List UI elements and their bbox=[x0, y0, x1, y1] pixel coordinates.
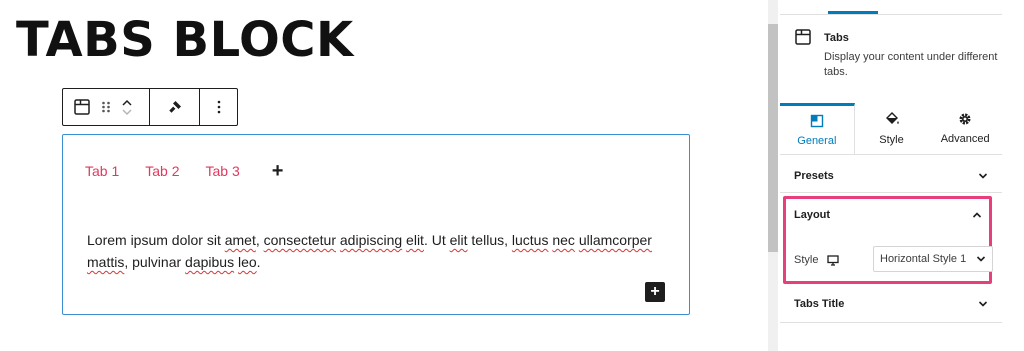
tab-advanced-label: Advanced bbox=[940, 133, 990, 145]
inspector-tabs: General Style Advanced bbox=[780, 103, 1002, 155]
tabs-title-panel-title: Tabs Title bbox=[794, 298, 845, 310]
text: , bbox=[255, 232, 264, 248]
scrollbar-thumb[interactable] bbox=[768, 24, 778, 252]
tabs-title-panel-toggle[interactable]: Tabs Title bbox=[780, 288, 1002, 320]
block-card-title: Tabs bbox=[824, 32, 849, 44]
layout-panel-toggle[interactable]: Layout bbox=[794, 209, 982, 221]
add-tab-button[interactable]: + bbox=[272, 161, 284, 181]
tabs-block-icon bbox=[794, 28, 812, 51]
block-inserter-button[interactable]: + bbox=[645, 282, 665, 302]
chevron-up-icon[interactable] bbox=[121, 98, 133, 107]
tab-general-label: General bbox=[797, 134, 837, 147]
chevron-down-icon bbox=[976, 256, 986, 262]
style-select-value: Horizontal Style 1 bbox=[880, 253, 967, 265]
tab-style[interactable]: Style bbox=[855, 103, 929, 154]
spellcheck-word: adipiscing bbox=[339, 232, 403, 248]
presets-panel-toggle[interactable]: Presets bbox=[780, 160, 1002, 192]
more-options-icon[interactable] bbox=[216, 98, 222, 116]
spellcheck-word: luctus bbox=[511, 232, 549, 248]
tab-content-paragraph[interactable]: Lorem ipsum dolor sit amet, consectetur … bbox=[87, 229, 657, 273]
style-control-label: Style bbox=[794, 254, 840, 266]
gear-icon bbox=[959, 113, 971, 125]
spellcheck-word: elit bbox=[449, 232, 468, 248]
text: Lorem ipsum dolor sit bbox=[87, 232, 225, 248]
sidebar-header-divider bbox=[780, 14, 1002, 15]
text: . bbox=[256, 254, 261, 270]
presets-divider bbox=[780, 192, 1002, 193]
tab-1[interactable]: Tab 1 bbox=[85, 163, 119, 179]
editor-canvas: TABS BLOCK Tab 1 Tab 2 Tab 3 + Lorem ips… bbox=[0, 0, 778, 351]
tab-advanced[interactable]: Advanced bbox=[928, 103, 1002, 154]
chevron-up-icon bbox=[972, 212, 982, 218]
tab-2[interactable]: Tab 2 bbox=[145, 163, 179, 179]
style-label-text: Style bbox=[794, 254, 819, 266]
text: . Ut bbox=[423, 232, 450, 248]
tabs-block-icon[interactable] bbox=[73, 98, 91, 116]
tab-bar: Tab 1 Tab 2 Tab 3 + bbox=[85, 161, 283, 181]
block-toolbar bbox=[62, 88, 238, 126]
desktop-icon[interactable] bbox=[827, 254, 840, 266]
spellcheck-word: ullamcorper bbox=[578, 232, 652, 248]
spellcheck-word: mattis bbox=[87, 254, 125, 270]
settings-sidebar: Tabs Display your content under differen… bbox=[780, 0, 1024, 351]
tabs-title-divider bbox=[780, 322, 1002, 323]
spellcheck-word: consectetur bbox=[263, 232, 336, 248]
text: , pulvinar bbox=[124, 254, 186, 270]
paint-brush-icon[interactable] bbox=[166, 98, 184, 116]
toolbar-group-block bbox=[63, 89, 150, 125]
toolbar-group-more bbox=[200, 89, 237, 125]
style-select[interactable]: Horizontal Style 1 bbox=[873, 246, 993, 272]
spellcheck-word: leo bbox=[237, 254, 257, 270]
tab-general[interactable]: General bbox=[780, 103, 855, 154]
chevron-down-icon[interactable] bbox=[121, 108, 133, 117]
spellcheck-word: dapibus bbox=[185, 254, 235, 270]
chevron-down-icon bbox=[978, 301, 988, 307]
paint-bucket-icon bbox=[885, 112, 899, 124]
text: tellus, bbox=[467, 232, 512, 248]
page-title[interactable]: TABS BLOCK bbox=[16, 12, 354, 68]
layout-panel-title: Layout bbox=[794, 209, 831, 221]
layout-panel: Layout Style Horizontal Style 1 bbox=[783, 196, 993, 284]
tab-3[interactable]: Tab 3 bbox=[206, 163, 240, 179]
spellcheck-word: amet bbox=[224, 232, 256, 248]
general-icon bbox=[810, 114, 824, 127]
tabs-block[interactable]: Tab 1 Tab 2 Tab 3 + Lorem ipsum dolor si… bbox=[62, 134, 690, 315]
block-mover bbox=[121, 95, 133, 119]
spellcheck-word: nec bbox=[552, 232, 575, 248]
drag-handle-icon[interactable] bbox=[100, 99, 112, 115]
spellcheck-word: elit bbox=[406, 232, 424, 248]
toolbar-group-style bbox=[150, 89, 200, 125]
block-card-description: Display your content under different tab… bbox=[824, 51, 998, 78]
chevron-down-icon bbox=[978, 173, 988, 179]
presets-panel-title: Presets bbox=[794, 170, 834, 182]
sidebar-active-tab-indicator bbox=[828, 11, 878, 14]
tab-style-label: Style bbox=[879, 134, 904, 146]
